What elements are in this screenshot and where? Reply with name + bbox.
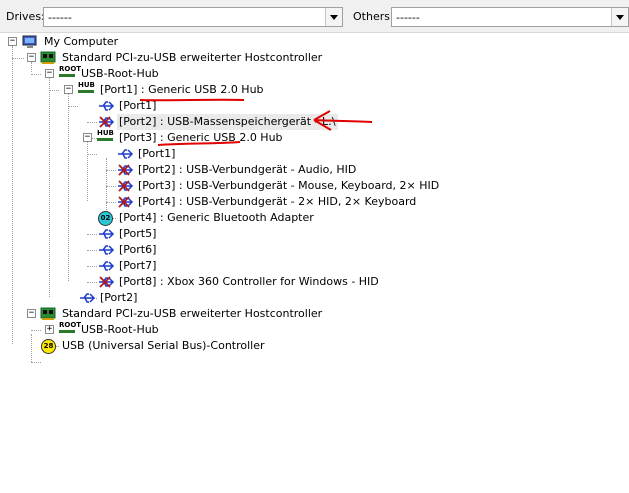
hub-icon: HUB [97, 130, 115, 146]
device-tree: − − − − − − + My Computer Standard PCI-z… [0, 34, 629, 493]
root-hub-icon: ROOT [59, 322, 81, 338]
pci-card-icon [40, 50, 58, 66]
tree-item-label: Standard PCI-zu-USB erweiterter Hostcont… [62, 51, 323, 64]
tree-item-label: My Computer [44, 35, 119, 48]
collapse-toggle-hub-port1[interactable]: − [64, 85, 73, 94]
computer-icon [22, 34, 40, 50]
collapse-toggle-hub-port3[interactable]: − [83, 133, 92, 142]
others-dropdown[interactable]: ------ [391, 7, 629, 27]
tree-item-label: [Port5] [119, 227, 157, 240]
usb-device-icon [116, 178, 134, 194]
drives-dropdown[interactable]: ------ [43, 7, 343, 27]
usb-port-icon [116, 146, 134, 162]
tree-item-label: USB-Root-Hub [81, 67, 159, 80]
usb-device-icon [116, 194, 134, 210]
usb-port-icon [78, 290, 96, 306]
others-value: ------ [396, 11, 420, 24]
usb-port-icon [97, 242, 115, 258]
tree-item-label: [Port1] [119, 99, 157, 112]
tree-item-label: [Port2] : USB-Verbundgerät - Audio, HID [138, 163, 357, 176]
hub-icon: HUB [78, 82, 96, 98]
tree-item-label: [Port4] : Generic Bluetooth Adapter [119, 211, 314, 224]
usb-device-icon [97, 114, 115, 130]
usb-device-icon [116, 162, 134, 178]
tree-item-label: [Port6] [119, 243, 157, 256]
usb-port-icon [97, 226, 115, 242]
collapse-toggle-roothub1[interactable]: − [45, 69, 54, 78]
tree-item-label: [Port4] : USB-Verbundgerät - 2× HID, 2× … [138, 195, 417, 208]
tree-item-label: USB-Root-Hub [81, 323, 159, 336]
root-hub-icon: ROOT [59, 66, 81, 82]
tree-item-label: [Port2] [100, 291, 138, 304]
tree-item-label: [Port8] : Xbox 360 Controller for Window… [119, 275, 379, 288]
usb-controller-icon: 28 [40, 338, 58, 354]
others-label: Others: [353, 10, 394, 23]
tree-item-label: USB (Universal Serial Bus)-Controller [62, 339, 265, 352]
tree-item-label: Standard PCI-zu-USB erweiterter Hostcont… [62, 307, 323, 320]
collapse-toggle-root[interactable]: − [8, 37, 17, 46]
tree-item-label: [Port7] [119, 259, 157, 272]
tree-item-label: [Port3] : Generic USB 2.0 Hub [119, 131, 283, 144]
usb-port-icon [97, 98, 115, 114]
drives-value: ------ [48, 11, 72, 24]
collapse-toggle-controller1[interactable]: − [27, 53, 36, 62]
expand-toggle-roothub2[interactable]: + [45, 325, 54, 334]
toolbar: Drives: ------ Others: ------ [0, 0, 629, 33]
chevron-down-icon[interactable] [611, 8, 628, 26]
tree-item-label: [Port3] : USB-Verbundgerät - Mouse, Keyb… [138, 179, 440, 192]
tree-item-label: [Port1] : Generic USB 2.0 Hub [100, 83, 264, 96]
usb-device-icon [97, 274, 115, 290]
usb-port-icon [97, 258, 115, 274]
bluetooth-icon: 02 [97, 210, 115, 226]
pci-card-icon [40, 306, 58, 322]
chevron-down-icon[interactable] [325, 8, 342, 26]
tree-item-label: [Port1] [138, 147, 176, 160]
collapse-toggle-controller2[interactable]: − [27, 309, 36, 318]
tree-item-label: [Port2] : USB-Massenspeichergerät - L:\ [117, 114, 338, 130]
drives-label: Drives: [6, 10, 45, 23]
